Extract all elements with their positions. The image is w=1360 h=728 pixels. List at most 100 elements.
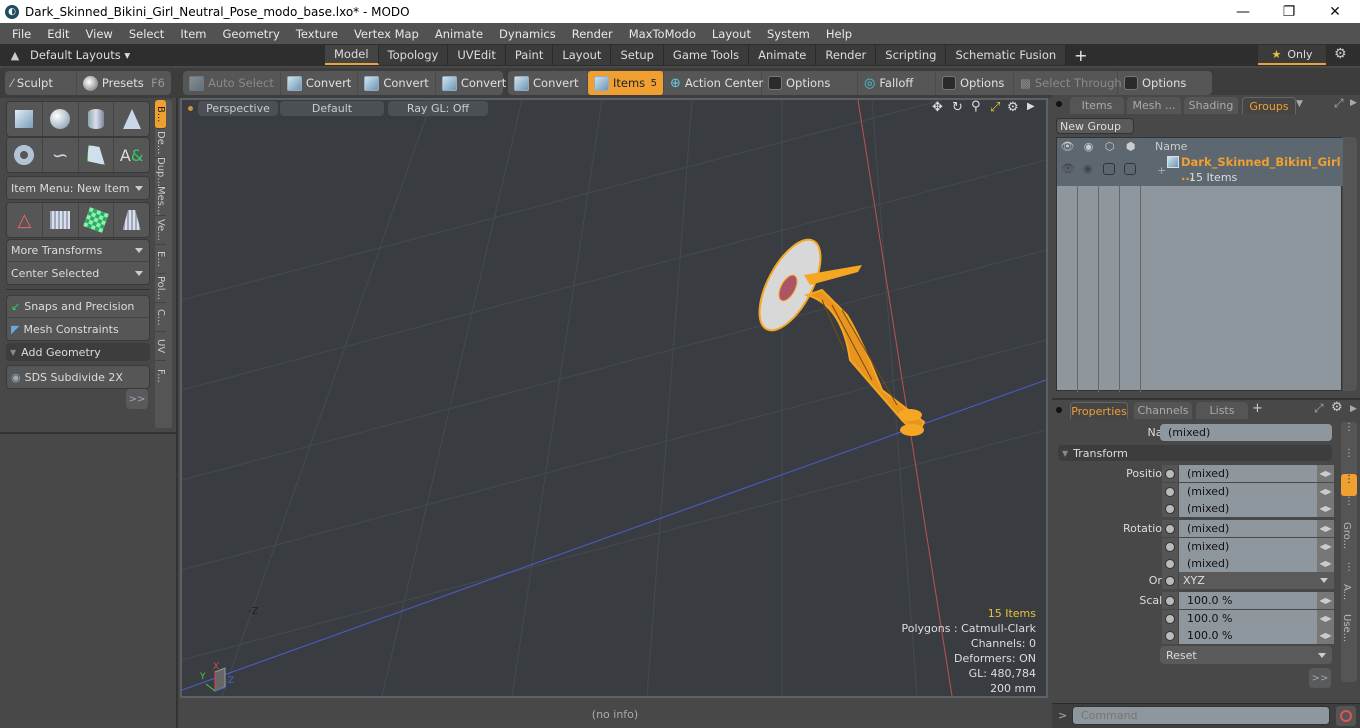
view-type-button[interactable]: Perspective [198,101,278,116]
keyframe-toggle[interactable] [1162,465,1179,482]
menu-maxtomodo[interactable]: MaxToModo [621,27,704,41]
slider-arrows-icon[interactable]: ◀▶ [1317,555,1334,572]
layouts-dropdown[interactable]: Default Layouts ▾ [30,48,325,62]
menu-system[interactable]: System [759,27,818,41]
convert-vertices-button[interactable]: Convert [281,71,359,95]
torus-tool[interactable] [7,138,43,172]
order-dropdown[interactable]: XYZ [1162,572,1334,589]
expand-icon[interactable]: + [1157,164,1166,177]
lock-icon[interactable]: ⬡ [1099,140,1120,153]
cube-tool[interactable] [7,102,43,136]
menu-select[interactable]: Select [121,27,172,41]
row-visibility-icon[interactable]: 👁 [1061,162,1075,175]
keyframe-toggle[interactable] [1162,627,1179,644]
sculpt-button[interactable]: ⁄ Sculpt [5,71,77,95]
shading-button[interactable]: Default [280,101,384,116]
side-tab-active[interactable]: ⋮ [1341,474,1357,496]
panel-dot-icon[interactable] [1056,101,1062,107]
panel-menu-arrow-icon[interactable]: ▶ [1350,404,1357,414]
vtab-mesh[interactable]: Mes... [155,186,166,216]
tab-animate[interactable]: Animate [749,45,817,65]
transform-section-header[interactable]: ▼ Transform [1058,445,1332,461]
only-toggle[interactable]: ★ Only [1258,45,1326,65]
keyframe-toggle[interactable] [1162,592,1179,609]
mesh-constraints-button[interactable]: ◤ Mesh Constraints [7,318,149,340]
select-icon[interactable]: ⬢ [1120,140,1141,153]
convert-materials-button[interactable]: Convert [508,71,588,95]
menu-view[interactable]: View [78,27,121,41]
close-button[interactable]: ✕ [1312,0,1358,23]
center-selected-dropdown[interactable]: Center Selected [7,262,149,284]
vtab-vertex[interactable]: Ve... [155,216,166,245]
tab-setup[interactable]: Setup [611,45,664,65]
vtab-uv[interactable]: UV [155,332,166,361]
keyframe-toggle[interactable] [1162,520,1179,537]
menu-vertex-map[interactable]: Vertex Map [346,27,427,41]
convert-polygons-button[interactable]: Convert [436,71,512,95]
keyframe-toggle[interactable] [1162,555,1179,572]
vtab-polygon[interactable]: Pol... [155,274,166,303]
table-row[interactable]: 👁 ◉ + Dark_Skinned_Bikini_Girl ... 15 It… [1057,154,1343,186]
tab-mesh[interactable]: Mesh ... [1127,97,1181,114]
vtab-edge[interactable]: E... [155,245,166,274]
vtab-curve[interactable]: C... [155,303,166,332]
tab-model[interactable]: Model [325,45,379,65]
panel-menu-arrow-icon[interactable]: ▶ [1350,98,1357,108]
panel-gear-icon[interactable]: ⚙ [1331,400,1343,415]
select-through-options[interactable]: Options [1118,71,1192,95]
more-button[interactable]: >> [1309,668,1331,688]
mesh-model[interactable] [747,231,926,436]
add-tab-button[interactable]: + [1066,46,1095,65]
pen-tool[interactable] [79,138,115,172]
tab-shading[interactable]: Shading [1184,97,1238,114]
keyframe-toggle[interactable] [1162,610,1179,627]
auto-select-button[interactable]: Auto Select [183,71,281,95]
keyframe-toggle[interactable] [1162,483,1179,500]
sphere-tool[interactable] [43,102,79,136]
add-geometry-header[interactable]: ▼ Add Geometry [6,343,150,361]
collapse-icon[interactable]: ▲ [0,49,30,62]
tab-scripting[interactable]: Scripting [876,45,947,65]
menu-geometry[interactable]: Geometry [215,27,288,41]
viewport-dot-icon[interactable] [188,106,193,111]
command-input[interactable] [1072,706,1330,725]
rotation-y-field[interactable]: (mixed) ◀▶ [1162,538,1334,555]
vtab-deform[interactable]: De... [155,129,166,158]
row-lock-checkbox[interactable] [1103,163,1115,175]
sds-subdivide-button[interactable]: ◉ SDS Subdivide 2X [6,365,150,389]
row-select-checkbox[interactable] [1124,163,1136,175]
keyframe-toggle[interactable] [1162,538,1179,555]
vtab-duplicate[interactable]: Dup... [155,157,166,187]
rotation-x-field[interactable]: (mixed) ◀▶ [1162,520,1334,537]
tab-properties[interactable]: Properties [1070,402,1128,419]
falloff-options[interactable]: Options [936,71,1014,95]
falloff-button[interactable]: ◎ Falloff [858,71,936,95]
maximize-panel-icon[interactable]: ⤢ [1314,401,1324,416]
tab-channels[interactable]: Channels [1134,402,1192,419]
menu-texture[interactable]: Texture [288,27,346,41]
more-transforms-dropdown[interactable]: More Transforms [7,240,149,262]
side-tab-groups[interactable]: Gro... [1341,522,1352,562]
scale-z-field[interactable]: 100.0 % ◀▶ [1162,627,1334,644]
slider-arrows-icon[interactable]: ◀▶ [1317,610,1334,627]
rotation-z-field[interactable]: (mixed) ◀▶ [1162,555,1334,572]
3d-viewport[interactable]: Perspective Default Ray GL: Off ✥ ↻ ⚲ ⤢ … [180,98,1048,698]
material-tool[interactable] [79,203,115,237]
side-tab-a[interactable]: A... [1341,584,1352,614]
text-tool[interactable]: A& [114,138,149,172]
vtab-fusion[interactable]: F... [155,361,166,390]
capsule-tool[interactable]: ∽ [43,138,79,172]
panel-dot-icon[interactable] [1056,407,1062,413]
name-field[interactable]: (mixed) [1160,424,1332,441]
viewport-gear-icon[interactable]: ⚙ [1007,100,1019,115]
tabs-dropdown-icon[interactable]: ▼ [1296,99,1303,109]
menu-layout[interactable]: Layout [704,27,759,41]
tab-layout[interactable]: Layout [553,45,612,65]
side-tab[interactable]: ⋮ [1341,422,1357,448]
maximize-view-icon[interactable]: ⤢ [990,100,1000,115]
scale-x-field[interactable]: 100.0 % ◀▶ [1162,592,1334,609]
options-checkbox[interactable] [768,76,782,90]
new-group-button[interactable]: New Group [1056,118,1134,134]
gear-icon[interactable]: ⚙ [1334,46,1347,62]
slider-arrows-icon[interactable]: ◀▶ [1317,500,1334,517]
